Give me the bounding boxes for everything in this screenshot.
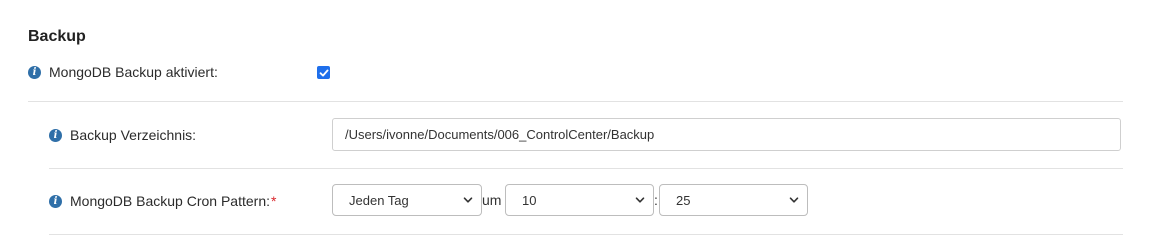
cron-frequency-select[interactable]: Jeden Tag	[332, 184, 482, 216]
check-icon	[319, 69, 328, 76]
chevron-down-icon	[789, 197, 799, 203]
backup-dir-label: Backup Verzeichnis:	[70, 127, 197, 143]
info-icon[interactable]: i	[49, 194, 62, 208]
backup-dir-input[interactable]: /Users/ivonne/Documents/006_ControlCente…	[332, 118, 1121, 151]
divider	[28, 101, 1123, 102]
cron-frequency-value: Jeden Tag	[349, 192, 409, 208]
backup-enabled-checkbox[interactable]	[317, 66, 330, 79]
info-icon[interactable]: i	[49, 128, 62, 142]
time-separator: :	[654, 192, 658, 208]
at-label: um	[482, 192, 502, 208]
chevron-down-icon	[635, 197, 645, 203]
info-icon[interactable]: i	[28, 65, 41, 79]
divider	[49, 234, 1123, 235]
cron-minute-value: 25	[676, 192, 691, 208]
cron-label: MongoDB Backup Cron Pattern:*	[70, 193, 277, 209]
backup-enabled-row: i MongoDB Backup aktiviert:	[28, 64, 218, 80]
section-title: Backup	[28, 28, 86, 45]
cron-minute-select[interactable]: 25	[659, 184, 808, 216]
backup-dir-row: i Backup Verzeichnis:	[49, 127, 196, 143]
required-mark: *	[271, 193, 277, 209]
cron-hour-select[interactable]: 10	[505, 184, 654, 216]
cron-hour-value: 10	[522, 192, 537, 208]
backup-enabled-label: MongoDB Backup aktiviert:	[49, 64, 218, 80]
divider	[49, 168, 1123, 169]
cron-row: i MongoDB Backup Cron Pattern:*	[49, 193, 276, 209]
chevron-down-icon	[463, 197, 473, 203]
